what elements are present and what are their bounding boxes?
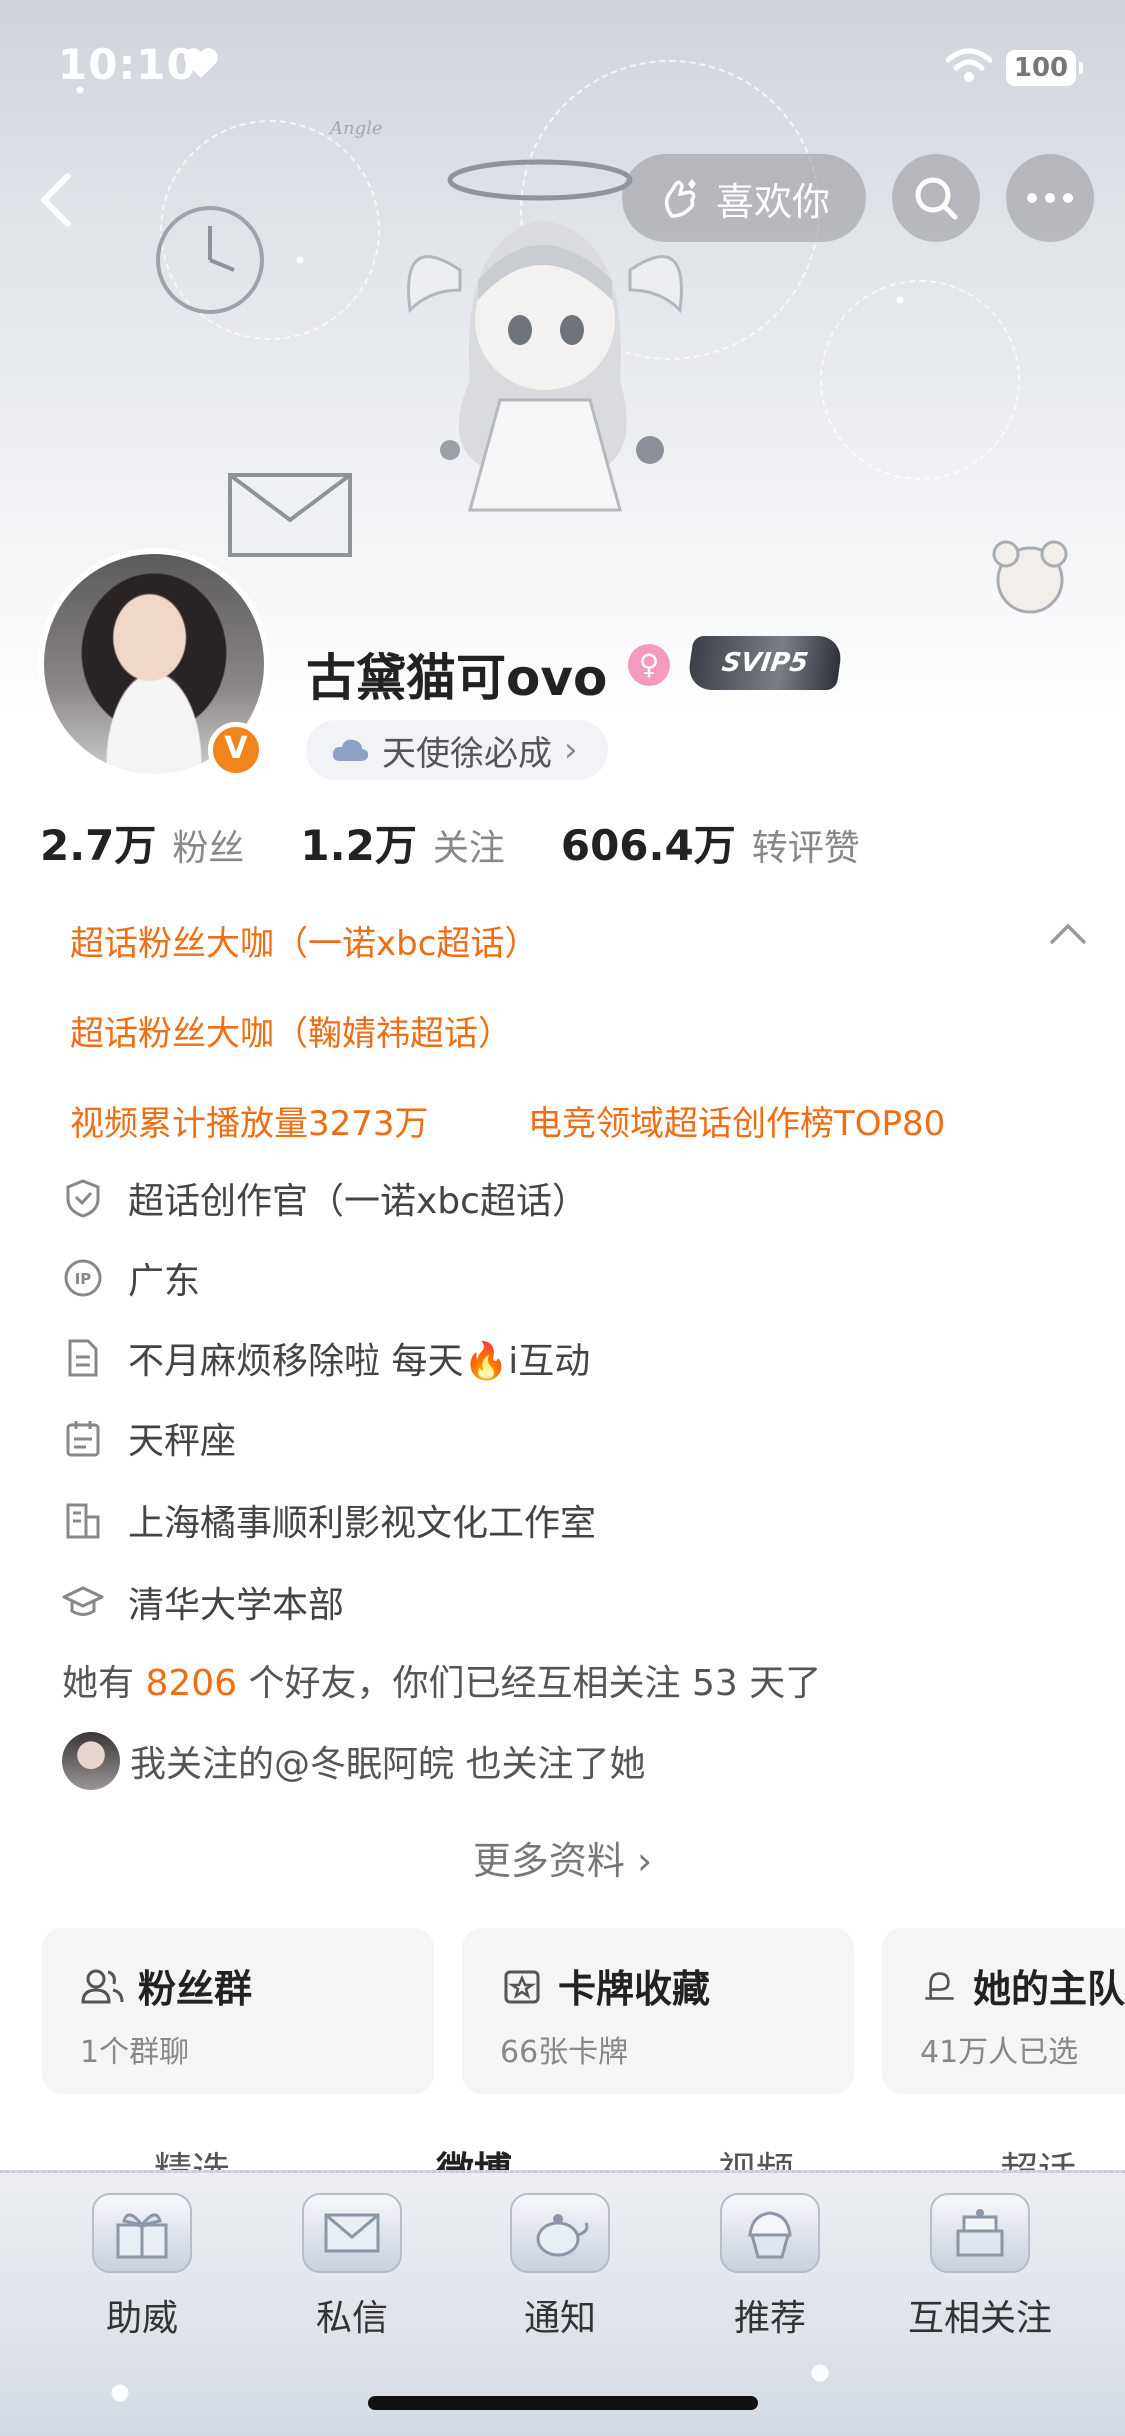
- stat-followers[interactable]: 2.7万 粉丝: [40, 812, 244, 873]
- info-text: 上海橘事顺利影视文化工作室: [128, 1503, 597, 1544]
- info-text: 天秤座: [128, 1421, 237, 1462]
- chevron-right-icon: ›: [564, 730, 578, 770]
- calendar-icon: [66, 1421, 100, 1457]
- stat-label: 粉丝: [172, 828, 245, 869]
- card-main-team[interactable]: 她的主队 41万人已选: [882, 1928, 1125, 2094]
- message-button[interactable]: 私信: [252, 2193, 452, 2341]
- fan-tag-label: 天使徐必成: [382, 733, 552, 774]
- card-subtitle: 66张卡牌: [500, 2035, 629, 2070]
- cheer-button[interactable]: 助威: [42, 2193, 242, 2341]
- stat-label: 转评赞: [751, 828, 860, 869]
- badge-superfan-2[interactable]: 超话粉丝大咖（鞠婧祎超话）: [70, 1006, 512, 1055]
- card-title-row: 卡牌收藏: [500, 1958, 854, 2013]
- info-text: 清华大学本部: [128, 1585, 345, 1626]
- svip-badge[interactable]: SVIP5: [686, 636, 844, 690]
- stat-following[interactable]: 1.2万 关注: [300, 812, 504, 873]
- mutual-follow-row[interactable]: 我关注的@冬眠阿皖 也关注了她: [62, 1732, 645, 1790]
- card-title: 卡牌收藏: [558, 1967, 711, 2011]
- search-button[interactable]: [892, 154, 980, 242]
- bottom-bar-label: 推荐: [733, 2298, 806, 2339]
- shield-icon: [66, 1179, 100, 1218]
- stat-interactions[interactable]: 606.4万 转评赞: [561, 812, 860, 873]
- card-fan-group[interactable]: 粉丝群 1个群聊: [42, 1928, 434, 2094]
- bear-decoration: [992, 540, 1068, 614]
- stats-row: 2.7万 粉丝 1.2万 关注 606.4万 转评赞: [40, 812, 916, 873]
- card-icon: [504, 1970, 540, 2003]
- gift-icon: [92, 2193, 192, 2273]
- svg-text:IP: IP: [75, 1270, 92, 1288]
- finger-heart-icon: [664, 179, 696, 218]
- cake-icon: [930, 2193, 1030, 2273]
- home-indicator: [368, 2396, 758, 2410]
- ip-icon: IP: [64, 1259, 102, 1297]
- message-icon: [302, 2193, 402, 2273]
- friends-prefix: 她有: [62, 1663, 135, 1704]
- info-text: 超话创作官（一诺xbc超话）: [128, 1181, 588, 1222]
- stat-number: 606.4万: [560, 821, 736, 870]
- more-info-link[interactable]: 更多资料 ›: [0, 1830, 1125, 1885]
- stat-number: 1.2万: [300, 821, 417, 870]
- card-card-collection[interactable]: 卡牌收藏 66张卡牌: [462, 1928, 854, 2094]
- info-row-school: 清华大学本部: [62, 1572, 344, 1632]
- group-icon: [81, 1969, 124, 2003]
- heart-icon: [184, 48, 218, 78]
- card-title: 粉丝群: [138, 1967, 253, 2011]
- info-text: 广东: [128, 1261, 201, 1302]
- bottom-bar-label: 通知: [523, 2298, 596, 2339]
- chevron-up-icon[interactable]: [1048, 920, 1088, 946]
- card-title: 她的主队: [972, 1967, 1125, 2011]
- friends-suffix: 个好友，你们已经互相关注 53 天了: [248, 1663, 822, 1704]
- recommend-button[interactable]: 推荐: [670, 2193, 870, 2341]
- card-subtitle: 41万人已选: [920, 2035, 1079, 2070]
- cloud-icon: [332, 739, 369, 761]
- more-button[interactable]: [1006, 154, 1094, 242]
- bottom-bar-label: 互相关注: [907, 2298, 1052, 2339]
- team-icon: [925, 1971, 954, 2000]
- info-row-ip: IP 广东: [62, 1248, 200, 1308]
- like-you-button[interactable]: 喜欢你: [622, 154, 866, 242]
- status-time: 10:10: [58, 40, 197, 89]
- cupcake-icon: [720, 2193, 820, 2273]
- fan-tag-pill[interactable]: 天使徐必成 ›: [306, 720, 608, 780]
- stat-label: 关注: [432, 828, 505, 869]
- notify-button[interactable]: 通知: [460, 2193, 660, 2341]
- profile-name: 古黛猫可ovo: [306, 649, 608, 707]
- friends-count[interactable]: 8206: [145, 1663, 237, 1704]
- info-row-company: 上海橘事顺利影视文化工作室: [62, 1490, 596, 1550]
- friends-summary: 她有 8206 个好友，你们已经互相关注 53 天了: [62, 1654, 821, 1706]
- bottom-bar-label: 助威: [105, 2298, 178, 2339]
- mutual-avatar: [62, 1732, 120, 1790]
- verified-badge: V: [208, 722, 264, 778]
- envelope-decoration: [228, 473, 352, 557]
- bottom-bar-label: 私信: [315, 2298, 388, 2339]
- female-gender-icon: ♀: [628, 644, 670, 686]
- document-icon: [68, 1339, 98, 1377]
- mutual-follow-button[interactable]: 互相关注: [880, 2193, 1080, 2341]
- card-subtitle: 1个群聊: [80, 2035, 190, 2070]
- wifi-icon: [946, 48, 992, 82]
- badge-video-plays[interactable]: 视频累计播放量3273万: [70, 1096, 429, 1145]
- search-icon: [915, 177, 958, 220]
- more-dots-icon: [1027, 193, 1073, 203]
- battery-indicator: 100: [1006, 50, 1083, 86]
- mutual-text: 我关注的@冬眠阿皖 也关注了她: [130, 1744, 646, 1785]
- company-icon: [66, 1503, 100, 1539]
- graduation-cap-icon: [62, 1586, 104, 1616]
- stat-number: 2.7万: [40, 821, 157, 870]
- lace-decoration: [820, 280, 1020, 480]
- back-icon[interactable]: [30, 170, 90, 230]
- info-row-zodiac: 天秤座: [62, 1408, 236, 1468]
- card-title-row: 粉丝群: [80, 1958, 434, 2013]
- top-nav: 喜欢你: [0, 150, 1125, 250]
- like-you-label: 喜欢你: [715, 179, 830, 224]
- info-row-bio: 不月麻烦移除啦 每天🔥i互动: [62, 1328, 590, 1388]
- teapot-icon: [510, 2193, 610, 2273]
- info-row-creator: 超话创作官（一诺xbc超话）: [62, 1168, 588, 1228]
- badge-superfan-1[interactable]: 超话粉丝大咖（一诺xbc超话）: [70, 916, 538, 965]
- status-bar: 10:10 100: [0, 0, 1125, 130]
- card-title-row: 她的主队: [920, 1958, 1125, 2013]
- info-text: 不月麻烦移除啦 每天🔥i互动: [128, 1341, 591, 1382]
- badge-esports-rank[interactable]: 电竞领域超话创作榜TOP80: [528, 1096, 945, 1145]
